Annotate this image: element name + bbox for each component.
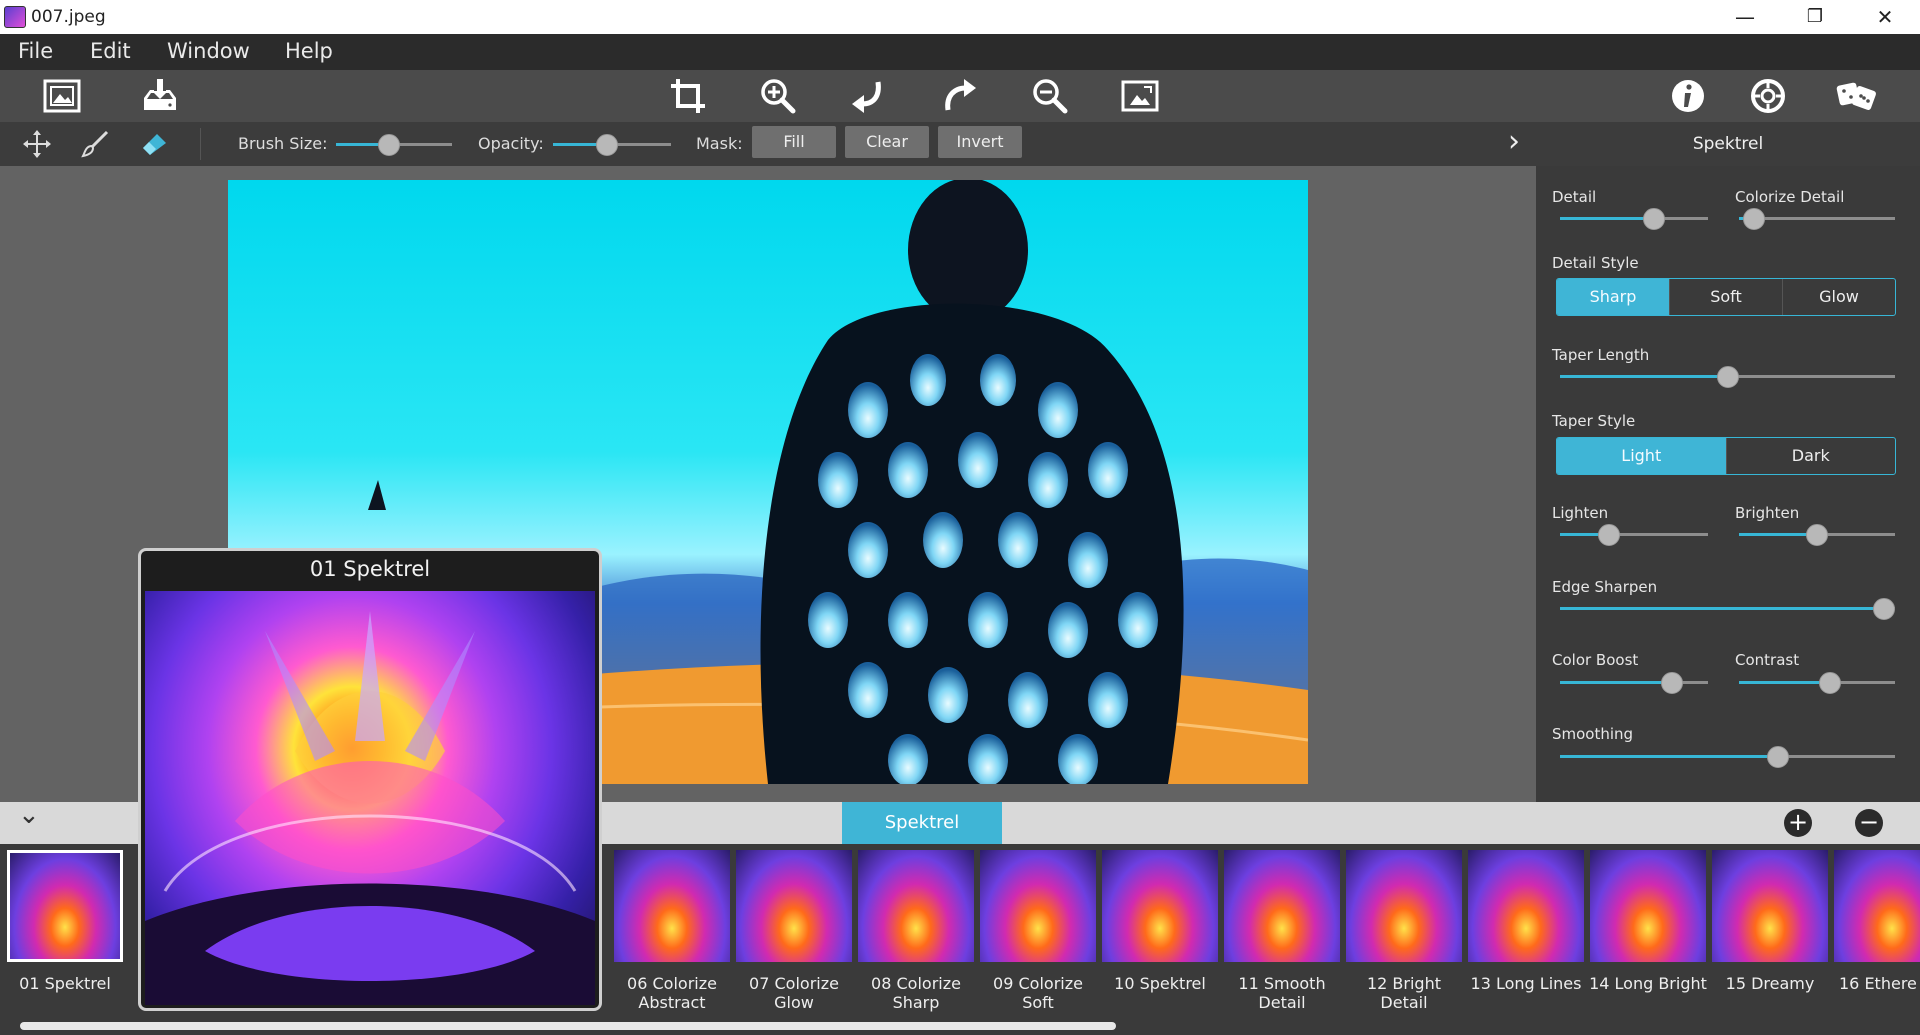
spektrel-settings-panel: Spektrel Detail Colorize Detail Detail S… bbox=[1536, 122, 1920, 802]
detail-style-soft[interactable]: Soft bbox=[1670, 279, 1783, 315]
close-button[interactable]: ✕ bbox=[1850, 0, 1920, 34]
menu-bar: File Edit Window Help bbox=[0, 34, 1920, 70]
preset-label: 09 Colorize Soft bbox=[993, 974, 1083, 1012]
window-title: 007.jpeg bbox=[31, 7, 106, 27]
menu-window[interactable]: Window bbox=[167, 39, 250, 63]
app-icon bbox=[4, 6, 26, 28]
preset-thumbnail[interactable] bbox=[1102, 850, 1218, 962]
contrast-slider[interactable] bbox=[1739, 672, 1895, 694]
rotate-left-icon[interactable] bbox=[848, 76, 888, 116]
brush-tool-icon[interactable] bbox=[80, 129, 110, 159]
detail-style-sharp[interactable]: Sharp bbox=[1557, 279, 1670, 315]
taper-style-light[interactable]: Light bbox=[1557, 438, 1727, 474]
maximize-button[interactable]: ❐ bbox=[1780, 0, 1850, 34]
info-icon[interactable] bbox=[1668, 76, 1708, 116]
preset-thumbnail[interactable] bbox=[1834, 850, 1920, 962]
preview-lotus-artwork bbox=[145, 611, 595, 1005]
menu-help[interactable]: Help bbox=[285, 39, 333, 63]
preset-thumbnail[interactable] bbox=[7, 850, 123, 962]
move-tool-icon[interactable] bbox=[22, 129, 52, 159]
detail-style-glow[interactable]: Glow bbox=[1783, 279, 1895, 315]
lighten-label: Lighten bbox=[1552, 504, 1609, 522]
preset-thumbnail[interactable] bbox=[736, 850, 852, 962]
preset-thumbnail[interactable] bbox=[1224, 850, 1340, 962]
color-boost-slider[interactable] bbox=[1560, 672, 1708, 694]
zoom-in-icon[interactable] bbox=[758, 76, 798, 116]
smoothing-label: Smoothing bbox=[1552, 725, 1634, 743]
brush-size-label: Brush Size: bbox=[238, 134, 328, 153]
preset-thumbnail[interactable] bbox=[614, 850, 730, 962]
collapse-chevron-icon[interactable]: ⌄ bbox=[18, 800, 40, 830]
preset-label: 14 Long Bright bbox=[1589, 974, 1707, 993]
preview-image bbox=[145, 591, 595, 1005]
rotate-right-icon[interactable] bbox=[940, 76, 980, 116]
panel-title: Spektrel bbox=[1536, 122, 1920, 166]
edge-sharpen-slider[interactable] bbox=[1560, 598, 1895, 620]
save-image-icon[interactable] bbox=[140, 76, 180, 116]
preset-thumbnail[interactable] bbox=[858, 850, 974, 962]
taper-length-slider[interactable] bbox=[1560, 366, 1895, 388]
detail-style-label: Detail Style bbox=[1552, 254, 1639, 272]
detail-style-selector: Sharp Soft Glow bbox=[1556, 278, 1896, 316]
eraser-tool-icon[interactable] bbox=[140, 129, 170, 159]
remove-preset-icon[interactable]: − bbox=[1855, 809, 1883, 837]
brighten-label: Brighten bbox=[1735, 504, 1800, 522]
add-preset-icon[interactable]: + bbox=[1784, 809, 1812, 837]
taper-style-dark[interactable]: Dark bbox=[1727, 438, 1896, 474]
lighten-slider[interactable] bbox=[1560, 524, 1708, 546]
preset-thumbnail[interactable] bbox=[980, 850, 1096, 962]
panel-toggle-chevron-icon[interactable]: › bbox=[1508, 124, 1520, 159]
fit-to-screen-icon[interactable] bbox=[1120, 76, 1160, 116]
opacity-slider[interactable] bbox=[553, 134, 671, 156]
mask-label: Mask: bbox=[696, 134, 743, 153]
preview-title: 01 Spektrel bbox=[309, 557, 431, 581]
preset-label: 07 Colorize Glow bbox=[749, 974, 839, 1012]
toolbar-divider bbox=[200, 128, 201, 160]
detail-label: Detail bbox=[1552, 188, 1597, 206]
preset-category-tab[interactable]: Spektrel bbox=[842, 802, 1002, 844]
mask-invert-button[interactable]: Invert bbox=[938, 126, 1022, 158]
minimize-button[interactable]: — bbox=[1710, 0, 1780, 34]
preset-thumbnail[interactable] bbox=[1346, 850, 1462, 962]
open-image-icon[interactable] bbox=[42, 76, 82, 116]
preset-thumbnail[interactable] bbox=[1712, 850, 1828, 962]
taper-style-selector: Light Dark bbox=[1556, 437, 1896, 475]
preset-label: 08 Colorize Sharp bbox=[871, 974, 961, 1012]
settings-icon[interactable] bbox=[1748, 76, 1788, 116]
mask-fill-button[interactable]: Fill bbox=[752, 126, 836, 158]
preset-thumbnail[interactable] bbox=[1468, 850, 1584, 962]
detail-slider[interactable] bbox=[1560, 208, 1708, 230]
edge-sharpen-label: Edge Sharpen bbox=[1552, 578, 1658, 596]
taper-style-label: Taper Style bbox=[1552, 412, 1636, 430]
mask-clear-button[interactable]: Clear bbox=[845, 126, 929, 158]
zoom-out-icon[interactable] bbox=[1030, 76, 1070, 116]
opacity-label: Opacity: bbox=[478, 134, 544, 153]
brighten-slider[interactable] bbox=[1739, 524, 1895, 546]
preset-strip-scrollbar[interactable] bbox=[20, 1022, 1116, 1030]
preset-label: 06 Colorize Abstract bbox=[627, 974, 717, 1012]
taper-length-label: Taper Length bbox=[1552, 346, 1650, 364]
preset-label: 13 Long Lines bbox=[1470, 974, 1582, 993]
menu-file[interactable]: File bbox=[18, 39, 53, 63]
colorize-detail-label: Colorize Detail bbox=[1735, 188, 1845, 206]
preset-label: 15 Dreamy bbox=[1725, 974, 1815, 993]
randomize-dice-icon[interactable] bbox=[1834, 76, 1880, 116]
preset-label: 01 Spektrel bbox=[19, 974, 111, 993]
preset-thumbnail[interactable] bbox=[1590, 850, 1706, 962]
colorize-detail-slider[interactable] bbox=[1739, 208, 1895, 230]
preset-preview-popup: 01 Spektrel bbox=[138, 548, 602, 1011]
title-bar: 007.jpeg — ❐ ✕ bbox=[0, 0, 1920, 34]
smoothing-slider[interactable] bbox=[1560, 746, 1895, 768]
preset-label: 11 Smooth Detail bbox=[1238, 974, 1326, 1012]
preset-label: 16 Ethere bbox=[1839, 974, 1917, 993]
contrast-label: Contrast bbox=[1735, 651, 1800, 669]
brush-size-slider[interactable] bbox=[336, 134, 452, 156]
preset-label: 10 Spektrel bbox=[1114, 974, 1206, 993]
color-boost-label: Color Boost bbox=[1552, 651, 1639, 669]
menu-edit[interactable]: Edit bbox=[90, 39, 131, 63]
crop-icon[interactable] bbox=[668, 76, 708, 116]
toolbar bbox=[0, 70, 1920, 122]
preset-label: 12 Bright Detail bbox=[1366, 974, 1441, 1012]
